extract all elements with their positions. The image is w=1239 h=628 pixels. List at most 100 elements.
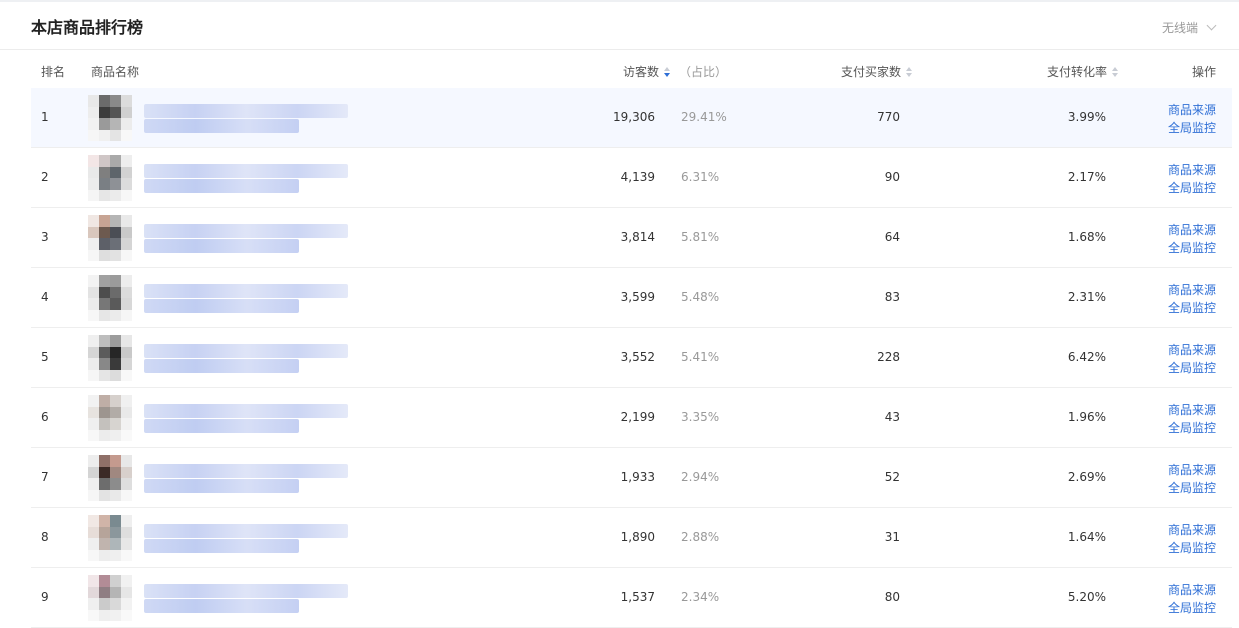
product-name-redacted[interactable]	[144, 299, 299, 313]
table-row[interactable]: 9 1,537 2.34% 80 5.20% 商品来源 全局监控	[31, 568, 1232, 628]
col-visitors-label: 访客数	[622, 65, 659, 79]
col-rank: 排名	[41, 65, 66, 79]
conversion-cell: 1.96%	[1067, 410, 1106, 424]
product-name-redacted[interactable]	[144, 224, 348, 238]
product-thumbnail[interactable]	[88, 275, 132, 321]
product-thumbnail[interactable]	[88, 455, 132, 501]
global-monitor-link[interactable]: 全局监控	[1168, 419, 1216, 437]
product-name-redacted[interactable]	[144, 479, 299, 493]
product-name-redacted[interactable]	[144, 104, 348, 118]
global-monitor-link[interactable]: 全局监控	[1168, 119, 1216, 137]
visitors-cell: 19,306	[613, 110, 655, 124]
product-thumbnail[interactable]	[88, 515, 132, 561]
product-thumbnail[interactable]	[88, 335, 132, 381]
product-name-redacted[interactable]	[144, 344, 348, 358]
table-row[interactable]: 1 19,306 29.41% 770 3.99% 商品来源 全局监控	[31, 88, 1232, 148]
rank-cell: 8	[41, 530, 49, 544]
buyers-cell: 80	[884, 590, 900, 604]
actions-cell: 商品来源 全局监控	[1168, 161, 1216, 197]
product-source-link[interactable]: 商品来源	[1168, 281, 1216, 299]
col-conversion-label: 支付转化率	[1046, 65, 1107, 79]
global-monitor-link[interactable]: 全局监控	[1168, 239, 1216, 257]
table-row[interactable]: 4 3,599 5.48% 83 2.31% 商品来源 全局监控	[31, 268, 1232, 328]
product-name-redacted[interactable]	[144, 464, 348, 478]
col-buyers[interactable]: 支付买家数	[841, 63, 913, 80]
global-monitor-link[interactable]: 全局监控	[1168, 479, 1216, 497]
table-row[interactable]: 6 2,199 3.35% 43 1.96% 商品来源 全局监控	[31, 388, 1232, 448]
actions-cell: 商品来源 全局监控	[1168, 221, 1216, 257]
product-thumbnail[interactable]	[88, 575, 132, 621]
table-body: 1 19,306 29.41% 770 3.99% 商品来源 全局监控 2 4,139 6.31%…	[31, 88, 1232, 628]
share-cell: 2.34%	[681, 590, 720, 604]
col-conversion[interactable]: 支付转化率	[1047, 63, 1119, 80]
product-source-link[interactable]: 商品来源	[1168, 521, 1216, 539]
product-thumbnail[interactable]	[88, 155, 132, 201]
share-cell: 2.88%	[681, 530, 720, 544]
product-thumbnail[interactable]	[88, 395, 132, 441]
sort-icon[interactable]	[906, 66, 913, 77]
table-row[interactable]: 7 1,933 2.94% 52 2.69% 商品来源 全局监控	[31, 448, 1232, 508]
product-name-redacted[interactable]	[144, 119, 299, 133]
sort-icon[interactable]	[664, 66, 671, 77]
visitors-cell: 3,552	[620, 350, 655, 364]
global-monitor-link[interactable]: 全局监控	[1168, 299, 1216, 317]
product-thumbnail[interactable]	[88, 215, 132, 261]
rank-cell: 1	[41, 110, 49, 124]
visitors-cell: 1,890	[620, 530, 655, 544]
product-name-redacted[interactable]	[144, 539, 299, 553]
sort-icon[interactable]	[1112, 66, 1119, 77]
table-row[interactable]: 8 1,890 2.88% 31 1.64% 商品来源 全局监控	[31, 508, 1232, 568]
product-name-redacted[interactable]	[144, 584, 348, 598]
product-name-redacted[interactable]	[144, 359, 299, 373]
actions-cell: 商品来源 全局监控	[1168, 281, 1216, 317]
device-select[interactable]: 无线端	[1162, 19, 1217, 36]
product-ranking-table: 排名 商品名称 访客数 （占比） 支付买家数 支付转化率 操作 1 19,306 2…	[31, 50, 1232, 628]
table-row[interactable]: 3 3,814 5.81% 64 1.68% 商品来源 全局监控	[31, 208, 1232, 268]
product-thumbnail[interactable]	[88, 95, 132, 141]
product-name-redacted[interactable]	[144, 599, 299, 613]
product-name-redacted[interactable]	[144, 284, 348, 298]
global-monitor-link[interactable]: 全局监控	[1168, 539, 1216, 557]
conversion-cell: 1.64%	[1067, 530, 1106, 544]
rank-cell: 4	[41, 290, 49, 304]
global-monitor-link[interactable]: 全局监控	[1168, 599, 1216, 617]
global-monitor-link[interactable]: 全局监控	[1168, 359, 1216, 377]
table-row[interactable]: 2 4,139 6.31% 90 2.17% 商品来源 全局监控	[31, 148, 1232, 208]
col-actions: 操作	[1191, 65, 1216, 79]
buyers-cell: 770	[877, 110, 900, 124]
col-buyers-label: 支付买家数	[840, 65, 901, 79]
visitors-cell: 3,599	[620, 290, 655, 304]
table-row[interactable]: 5 3,552 5.41% 228 6.42% 商品来源 全局监控	[31, 328, 1232, 388]
product-source-link[interactable]: 商品来源	[1168, 461, 1216, 479]
product-name-redacted[interactable]	[144, 179, 299, 193]
actions-cell: 商品来源 全局监控	[1168, 401, 1216, 437]
product-name-redacted[interactable]	[144, 404, 348, 418]
buyers-cell: 228	[877, 350, 900, 364]
conversion-cell: 2.31%	[1067, 290, 1106, 304]
conversion-cell: 1.68%	[1067, 230, 1106, 244]
visitors-cell: 1,537	[620, 590, 655, 604]
visitors-cell: 3,814	[620, 230, 655, 244]
actions-cell: 商品来源 全局监控	[1168, 341, 1216, 377]
product-source-link[interactable]: 商品来源	[1168, 161, 1216, 179]
product-name-redacted[interactable]	[144, 524, 348, 538]
actions-cell: 商品来源 全局监控	[1168, 581, 1216, 617]
product-source-link[interactable]: 商品来源	[1168, 581, 1216, 599]
product-source-link[interactable]: 商品来源	[1168, 101, 1216, 119]
product-source-link[interactable]: 商品来源	[1168, 401, 1216, 419]
share-cell: 3.35%	[681, 410, 720, 424]
rank-cell: 6	[41, 410, 49, 424]
product-name-redacted[interactable]	[144, 164, 348, 178]
col-name: 商品名称	[91, 65, 140, 79]
conversion-cell: 2.17%	[1067, 170, 1106, 184]
global-monitor-link[interactable]: 全局监控	[1168, 179, 1216, 197]
rank-cell: 5	[41, 350, 49, 364]
product-name-redacted[interactable]	[144, 419, 299, 433]
chevron-down-icon	[1206, 20, 1217, 31]
share-cell: 2.94%	[681, 470, 720, 484]
product-source-link[interactable]: 商品来源	[1168, 341, 1216, 359]
panel-header: 本店商品排行榜 无线端	[0, 0, 1239, 50]
product-name-redacted[interactable]	[144, 239, 299, 253]
product-source-link[interactable]: 商品来源	[1168, 221, 1216, 239]
col-visitors[interactable]: 访客数	[623, 63, 671, 80]
